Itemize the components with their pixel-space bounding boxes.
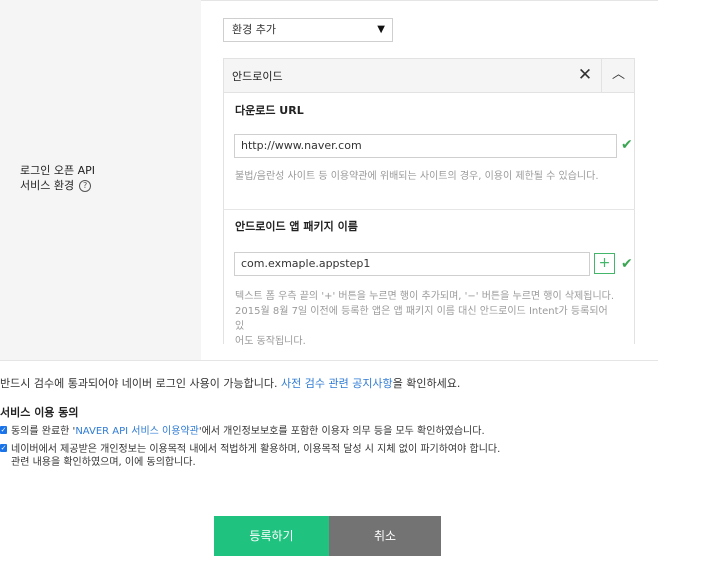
- service-environment-label: 로그인 오픈 API 서비스 환경?: [20, 163, 95, 193]
- agreement-text: '에서 개인정보보호를 포함한 이용자 의무 등을 모두 확인하였습니다.: [198, 426, 485, 437]
- register-button[interactable]: 등록하기: [214, 516, 329, 556]
- package-name-title: 안드로이드 앱 패키지 이름: [235, 220, 358, 233]
- package-name-input[interactable]: com.exmaple.appstep1: [234, 252, 590, 276]
- package-name-hint: 텍스트 폼 우측 끝의 '+' 버튼을 누르면 행이 추가되며, '−' 버튼을…: [235, 289, 615, 349]
- label-line-1: 로그인 오픈 API: [20, 164, 95, 177]
- notice-text: 반드시 검수에 통과되어야 네이버 로그인 사용이 가능합니다.: [0, 377, 281, 390]
- divider: [223, 209, 635, 210]
- terms-link[interactable]: NAVER API 서비스 이용약관: [75, 426, 199, 437]
- caret-down-icon: ▼: [377, 24, 385, 35]
- chevron-up-icon[interactable]: ︿: [601, 58, 635, 93]
- label-line-2: 서비스 환경: [20, 179, 75, 192]
- agreement-text: 네이버에서 제공받은 개인정보는 이용목적 내에서 적법하게 활용하며, 이용목…: [11, 444, 501, 455]
- agreement-text: 동의를 완료한 ': [11, 426, 76, 437]
- agreement-title: 서비스 이용 동의: [0, 406, 79, 419]
- download-url-input[interactable]: http://www.naver.com: [234, 134, 617, 158]
- agreement-item-1: 동의를 완료한 'NAVER API 서비스 이용약관'에서 개인정보보호를 포…: [11, 425, 485, 438]
- cancel-button[interactable]: 취소: [329, 516, 441, 556]
- agree-checkbox-2[interactable]: ✓: [0, 444, 7, 452]
- environment-select[interactable]: 환경 추가 ▼: [223, 18, 393, 42]
- close-icon[interactable]: ✕: [575, 64, 595, 86]
- add-row-button[interactable]: +: [594, 253, 615, 274]
- agreement-item-2: 네이버에서 제공받은 개인정보는 이용목적 내에서 적법하게 활용하며, 이용목…: [11, 443, 611, 469]
- hint-line: 텍스트 폼 우측 끝의 '+' 버튼을 누르면 행이 추가되며, '−' 버튼을…: [235, 291, 615, 302]
- environment-select-value: 환경 추가: [232, 23, 276, 36]
- download-url-title: 다운로드 URL: [235, 104, 304, 117]
- divider: [201, 0, 658, 1]
- hint-line: 어도 동작됩니다.: [235, 336, 306, 347]
- android-panel-title: 안드로이드: [232, 70, 283, 83]
- notice-link[interactable]: 사전 검수 관련 공지사항: [281, 377, 393, 390]
- agree-checkbox-1[interactable]: ✓: [0, 426, 7, 434]
- question-circle-icon[interactable]: ?: [79, 180, 92, 192]
- download-url-hint: 불법/음란성 사이트 등 이용약관에 위배되는 사이트의 경우, 이용이 제한될…: [235, 171, 599, 182]
- android-panel-header: [223, 58, 635, 93]
- check-icon: ✔: [621, 256, 633, 272]
- review-notice: 반드시 검수에 통과되어야 네이버 로그인 사용이 가능합니다. 사전 검수 관…: [0, 375, 460, 391]
- hint-line: 2015월 8월 7일 이전에 등록한 앱은 앱 패키지 이름 대신 안드로이드…: [235, 306, 608, 332]
- divider: [0, 360, 658, 361]
- check-icon: ✔: [621, 137, 633, 153]
- notice-suffix: 을 확인하세요.: [392, 377, 461, 390]
- agreement-text: 관련 내용을 확인하였으며, 이에 동의합니다.: [11, 457, 196, 468]
